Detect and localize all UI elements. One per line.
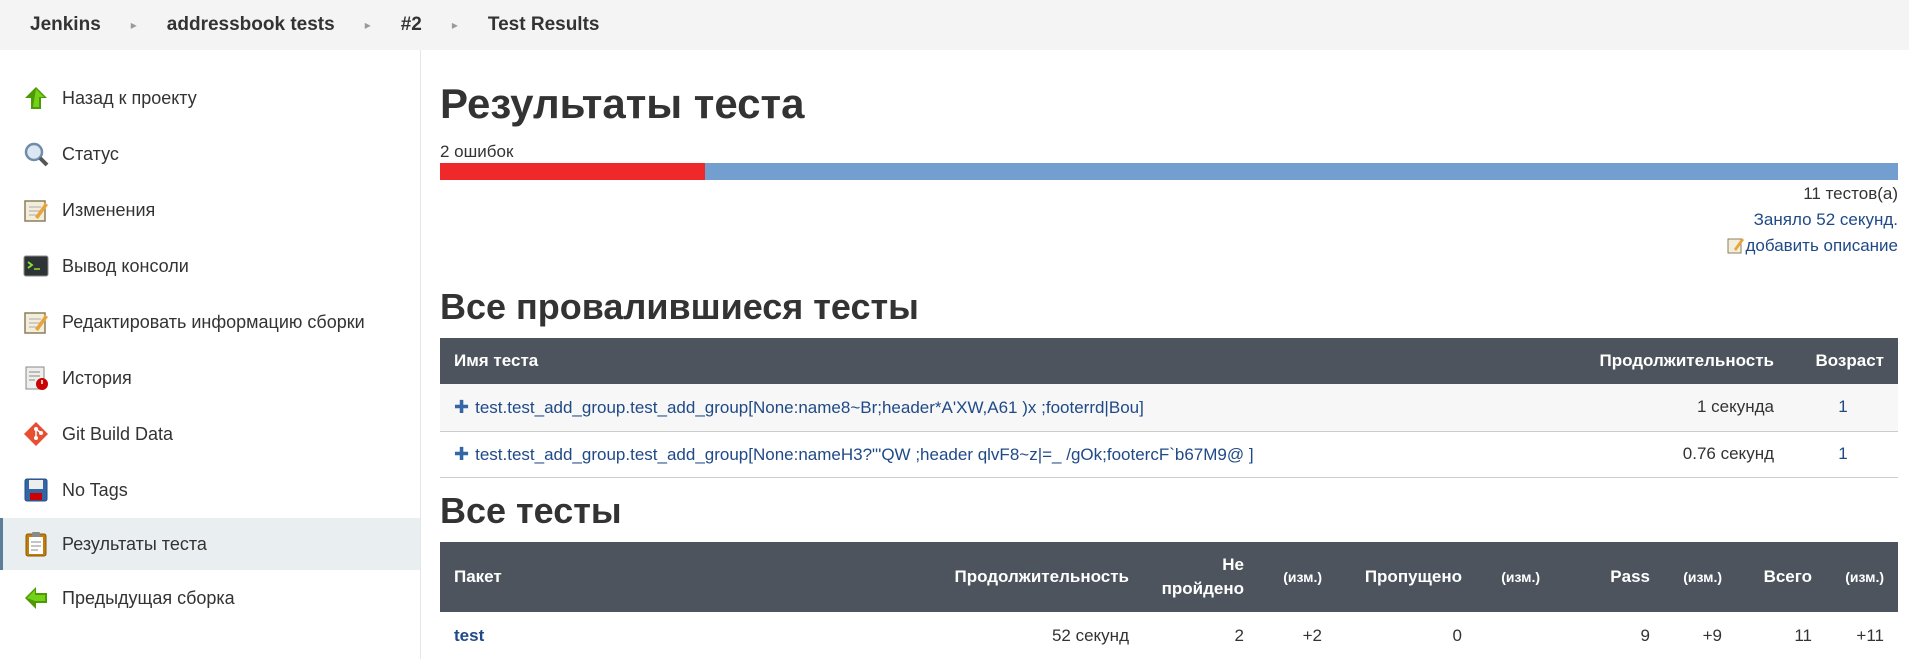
skipped-diff-cell <box>1476 612 1554 659</box>
sidebar-item-label: Редактировать информацию сборки <box>62 311 365 332</box>
sidebar-item-history[interactable]: История <box>0 352 420 404</box>
total-diff-cell: +11 <box>1856 626 1884 645</box>
age-link[interactable]: 1 <box>1788 431 1898 478</box>
table-row: ✚ test.test_add_group.test_add_group[None… <box>440 384 1898 432</box>
add-description[interactable]: добавить описание <box>1727 236 1898 256</box>
total-cell: 11 <box>1794 626 1812 645</box>
col-age[interactable]: Возраст <box>1788 338 1898 384</box>
all-tests-table: Пакет Продолжительность Не пройдено (изм.… <box>440 542 1898 659</box>
pass-cell: 9 <box>1640 626 1650 645</box>
expand-icon[interactable]: ✚ <box>454 397 469 418</box>
package-link[interactable]: test <box>454 626 484 645</box>
col-package[interactable]: Пакет <box>440 542 933 612</box>
fail-count: 2 ошибок <box>440 142 514 161</box>
col-skipped-diff[interactable]: (изм.) <box>1476 542 1554 612</box>
git-icon <box>22 420 50 448</box>
sidebar-item-label: История <box>62 367 132 388</box>
chevron-right-icon: ▸ <box>364 18 371 32</box>
sidebar-item-label: Вывод консоли <box>62 255 189 276</box>
breadcrumb: Jenkins ▸ addressbook tests ▸ #2 ▸ Test … <box>0 0 1909 50</box>
duration-cell: 52 секунд <box>1051 626 1129 645</box>
package-cell: test <box>440 612 933 659</box>
age-link[interactable]: 1 <box>1788 384 1898 432</box>
all-tests-title: Все тесты <box>440 490 622 531</box>
terminal-icon <box>22 252 50 280</box>
sidebar-item-status[interactable]: Статус <box>0 128 420 180</box>
left-arrow-icon <box>22 584 50 612</box>
failed-diff-cell: +2 <box>1302 626 1322 645</box>
save-icon <box>22 476 50 504</box>
breadcrumb-build[interactable]: #2 <box>385 14 438 36</box>
breadcrumb-test-results[interactable]: Test Results <box>472 14 616 36</box>
magnifier-icon <box>22 140 50 168</box>
sidebar-item-back-to-project[interactable]: Назад к проекту <box>0 72 420 124</box>
col-pass[interactable]: Pass <box>1554 542 1664 612</box>
sidebar-item-edit-build-info[interactable]: Редактировать информацию сборки <box>0 296 420 348</box>
col-duration[interactable]: Продолжительность <box>933 542 1143 612</box>
sidebar-item-changes[interactable]: Изменения <box>0 184 420 236</box>
clipboard-icon <box>22 530 50 558</box>
table-header-row: Пакет Продолжительность Не пройдено (изм.… <box>440 542 1898 612</box>
col-total-diff[interactable]: (изм.) <box>1826 542 1898 612</box>
sidebar-item-label: Результаты теста <box>62 533 207 554</box>
col-pass-diff[interactable]: (изм.) <box>1664 542 1736 612</box>
edit-note-icon <box>1727 236 1745 255</box>
duration-link[interactable]: Заняло 52 секунд. <box>1754 210 1898 230</box>
notepad-icon <box>22 308 50 336</box>
breadcrumb-project[interactable]: addressbook tests <box>151 14 351 36</box>
failed-tests-title: Все провалившиеся тесты <box>440 286 919 327</box>
duration-cell: 0.76 секунд <box>1578 431 1788 478</box>
sidebar-item-label: Назад к проекту <box>62 87 197 108</box>
expand-icon[interactable]: ✚ <box>454 444 469 465</box>
test-count: 11 тестов(а) <box>1803 184 1898 203</box>
duration-cell: 1 секунда <box>1578 384 1788 432</box>
sidebar-item-label: Git Build Data <box>62 423 174 444</box>
sidebar-item-console-output[interactable]: Вывод консоли <box>0 240 420 292</box>
failed-tests-table: Имя теста Продолжительность Возраст ✚ tes… <box>440 338 1898 478</box>
table-row: test 52 секунд 2 +2 0 9 +9 11 +11 <box>440 612 1898 659</box>
notepad-icon <box>22 196 50 224</box>
col-duration[interactable]: Продолжительность <box>1578 338 1788 384</box>
sidebar: Назад к проекту Статус Изменения Вывод к… <box>0 50 421 659</box>
test-name-cell: ✚ test.test_add_group.test_add_group[None… <box>440 384 1578 432</box>
sidebar-item-label: No Tags <box>62 479 128 500</box>
add-description-link[interactable]: добавить описание <box>1745 236 1898 255</box>
col-failed-line2: пройдено <box>1161 579 1244 598</box>
test-link[interactable]: test.test_add_group.test_add_group[None:… <box>475 445 1253 464</box>
pass-diff-cell: +9 <box>1702 626 1722 645</box>
sidebar-item-label: Изменения <box>62 199 156 220</box>
skipped-cell: 0 <box>1452 626 1462 645</box>
breadcrumb-jenkins[interactable]: Jenkins <box>0 14 117 36</box>
sidebar-item-label: Статус <box>62 143 119 164</box>
test-progress-bar <box>440 163 1898 180</box>
chevron-right-icon: ▸ <box>130 18 137 32</box>
history-icon <box>22 364 50 392</box>
col-failed-diff[interactable]: (изм.) <box>1258 542 1336 612</box>
sidebar-item-no-tags[interactable]: No Tags <box>0 464 420 516</box>
page-title: Результаты теста <box>440 80 805 127</box>
table-header-row: Имя теста Продолжительность Возраст <box>440 338 1898 384</box>
col-skipped[interactable]: Пропущено <box>1336 542 1476 612</box>
col-failed-line1: Не <box>1222 555 1244 574</box>
sidebar-item-previous-build[interactable]: Предыдущая сборка <box>0 572 420 624</box>
failed-cell: 2 <box>1234 626 1244 645</box>
sidebar-item-git-build-data[interactable]: Git Build Data <box>0 408 420 460</box>
col-failed[interactable]: Не пройдено <box>1143 542 1258 612</box>
chevron-right-icon: ▸ <box>451 18 458 32</box>
test-name-cell: ✚ test.test_add_group.test_add_group[None… <box>440 431 1578 478</box>
test-link[interactable]: test.test_add_group.test_add_group[None:… <box>475 398 1144 417</box>
table-row: ✚ test.test_add_group.test_add_group[None… <box>440 431 1898 478</box>
progress-failed-segment <box>440 163 706 180</box>
up-arrow-icon <box>22 84 50 112</box>
sidebar-item-label: Предыдущая сборка <box>62 587 235 608</box>
col-test-name[interactable]: Имя теста <box>440 338 1578 384</box>
sidebar-item-test-results[interactable]: Результаты теста <box>0 518 420 570</box>
col-total[interactable]: Всего <box>1736 542 1826 612</box>
